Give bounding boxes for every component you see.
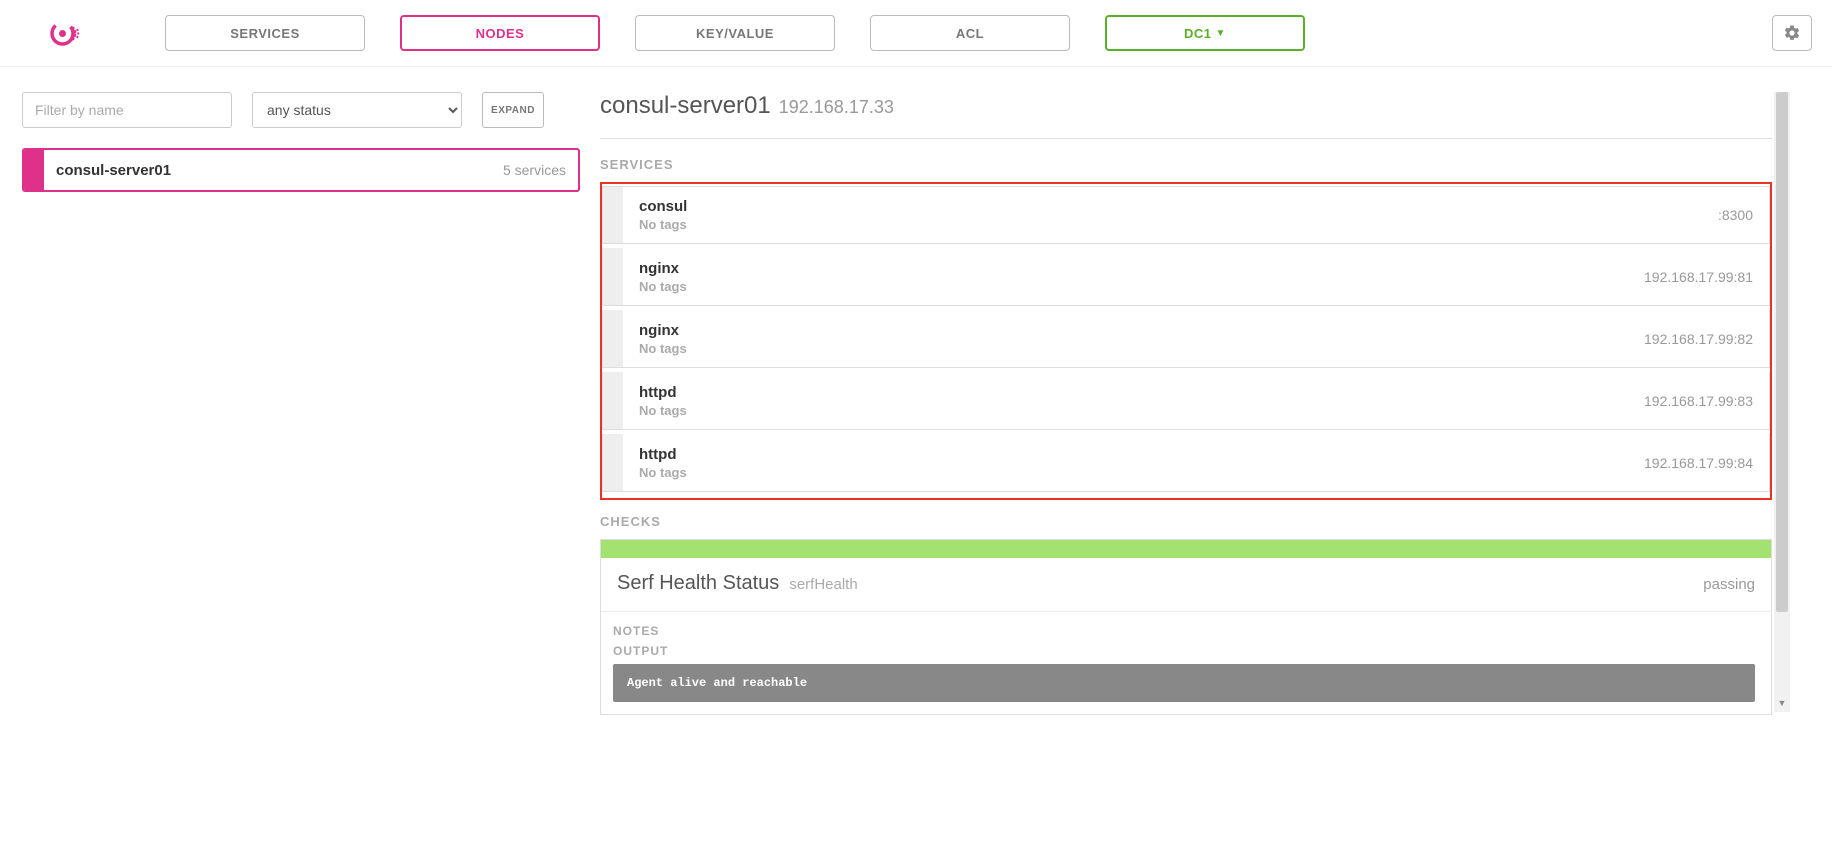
- topbar: SERVICES NODES KEY/VALUE ACL DC1 ▼: [0, 0, 1832, 67]
- node-title: consul-server01 192.168.17.33: [600, 92, 1772, 139]
- checks-label: CHECKS: [600, 514, 1772, 529]
- check-body: NOTES OUTPUT Agent alive and reachable: [601, 612, 1771, 714]
- gear-icon: [1783, 24, 1801, 42]
- service-body: consul No tags: [623, 187, 1702, 243]
- service-address: 192.168.17.99:81: [1628, 248, 1769, 305]
- service-name: consul: [639, 198, 1686, 215]
- output-label: OUTPUT: [613, 644, 1755, 658]
- service-body: nginx No tags: [623, 310, 1628, 367]
- node-title-ip: 192.168.17.33: [779, 97, 894, 118]
- check-card: Serf Health Status serfHealth passing NO…: [600, 539, 1772, 715]
- nav-datacenter[interactable]: DC1 ▼: [1105, 15, 1305, 51]
- service-status-bar: [603, 248, 623, 305]
- nav-keyvalue[interactable]: KEY/VALUE: [635, 15, 835, 51]
- node-service-count: 5 services: [503, 150, 578, 190]
- node-name: consul-server01: [44, 150, 503, 190]
- service-status-bar: [603, 187, 623, 243]
- service-row[interactable]: httpd No tags 192.168.17.99:84: [602, 434, 1770, 492]
- scroll-down-icon: ▼: [1774, 698, 1790, 712]
- notes-label: NOTES: [613, 624, 1755, 638]
- service-tags: No tags: [639, 403, 1612, 418]
- expand-button[interactable]: EXPAND: [482, 92, 544, 128]
- right-panel: consul-server01 192.168.17.33 SERVICES c…: [600, 92, 1832, 715]
- nav-datacenter-label: DC1: [1184, 26, 1212, 41]
- service-tags: No tags: [639, 341, 1612, 356]
- check-title: Serf Health Status: [617, 572, 779, 595]
- check-status-bar: [601, 540, 1771, 558]
- service-row[interactable]: nginx No tags 192.168.17.99:82: [602, 310, 1770, 368]
- caret-down-icon: ▼: [1216, 28, 1226, 39]
- status-select[interactable]: any status: [252, 92, 462, 128]
- service-tags: No tags: [639, 217, 1686, 232]
- service-name: httpd: [639, 446, 1612, 463]
- service-status-bar: [603, 310, 623, 367]
- service-status-bar: [603, 372, 623, 429]
- consul-logo: [45, 16, 80, 51]
- service-body: httpd No tags: [623, 434, 1628, 491]
- main: any status EXPAND consul-server01 5 serv…: [0, 67, 1832, 715]
- nav-group: SERVICES NODES KEY/VALUE ACL DC1 ▼: [165, 15, 1727, 51]
- node-title-name: consul-server01: [600, 92, 771, 120]
- service-tags: No tags: [639, 465, 1612, 480]
- check-id: serfHealth: [789, 576, 857, 593]
- checks-section: CHECKS Serf Health Status serfHealth pas…: [600, 514, 1772, 715]
- node-item[interactable]: consul-server01 5 services: [22, 148, 580, 192]
- check-status: passing: [1703, 576, 1755, 593]
- nav-nodes[interactable]: NODES: [400, 15, 600, 51]
- service-address: 192.168.17.99:82: [1628, 310, 1769, 367]
- node-status-bar: [24, 150, 44, 190]
- services-label: SERVICES: [600, 157, 1772, 172]
- check-head: Serf Health Status serfHealth passing: [601, 558, 1771, 612]
- service-row[interactable]: httpd No tags 192.168.17.99:83: [602, 372, 1770, 430]
- settings-button[interactable]: [1772, 15, 1812, 51]
- service-row[interactable]: consul No tags :8300: [602, 186, 1770, 244]
- scrollbar[interactable]: ▲ ▼: [1774, 92, 1790, 712]
- nav-services[interactable]: SERVICES: [165, 15, 365, 51]
- filter-row: any status EXPAND: [22, 92, 580, 128]
- service-name: httpd: [639, 384, 1612, 401]
- nav-acl[interactable]: ACL: [870, 15, 1070, 51]
- service-tags: No tags: [639, 279, 1612, 294]
- service-name: nginx: [639, 260, 1612, 277]
- service-name: nginx: [639, 322, 1612, 339]
- check-output: Agent alive and reachable: [613, 664, 1755, 702]
- scroll-thumb[interactable]: [1776, 92, 1788, 612]
- service-address: :8300: [1702, 187, 1769, 243]
- service-status-bar: [603, 434, 623, 491]
- service-body: httpd No tags: [623, 372, 1628, 429]
- service-body: nginx No tags: [623, 248, 1628, 305]
- service-address: 192.168.17.99:84: [1628, 434, 1769, 491]
- service-row[interactable]: nginx No tags 192.168.17.99:81: [602, 248, 1770, 306]
- filter-input[interactable]: [22, 92, 232, 128]
- services-box: consul No tags :8300 nginx No tags 192.1…: [600, 182, 1772, 500]
- service-address: 192.168.17.99:83: [1628, 372, 1769, 429]
- left-panel: any status EXPAND consul-server01 5 serv…: [0, 92, 600, 715]
